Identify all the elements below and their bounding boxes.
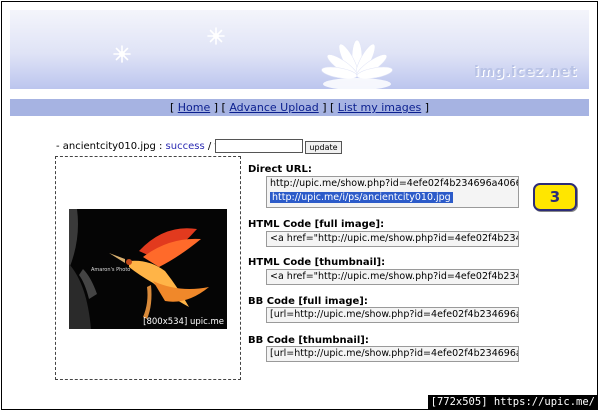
header-banner: img.icez.net <box>10 10 589 89</box>
thumbnail-image[interactable]: Amaron's Photo [800x534] upic.me <box>69 209 227 329</box>
html-thumb-field[interactable]: <a href="http://upic.me/show.php?id=4efe… <box>266 269 519 285</box>
photo-credit: Amaron's Photo <box>91 267 131 273</box>
footer-watermark: [772x505] https://upic.me/ <box>427 395 598 410</box>
site-logo[interactable]: img.icez.net <box>474 64 577 80</box>
step-badge: 3 <box>533 183 577 211</box>
direct-url-label: Direct URL: <box>248 164 312 175</box>
nav-list-images-link[interactable]: List my images <box>338 101 421 114</box>
nav-bar: [ Home ] [ Advance Upload ] [ List my im… <box>10 99 589 116</box>
image-dimensions-label: [800x534] upic.me <box>143 317 224 327</box>
html-full-field[interactable]: <a href="http://upic.me/show.php?id=4efe… <box>266 231 519 247</box>
tags-input[interactable] <box>215 139 303 153</box>
flower-icon <box>321 39 393 89</box>
nav-home-link[interactable]: Home <box>178 101 210 114</box>
sparkle-icon <box>113 45 131 63</box>
nav-advance-upload-link[interactable]: Advance Upload <box>229 101 318 114</box>
html-thumb-label: HTML Code [thumbnail]: <box>248 257 386 268</box>
image-preview-box: Amaron's Photo [800x534] upic.me <box>55 156 241 380</box>
status-text: success <box>165 141 205 152</box>
direct-url-line-2: http://upic.me/i/ps/ancientcity010.jpg <box>270 192 453 203</box>
direct-url-field[interactable]: http://upic.me/show.php?id=4efe02f4b2346… <box>266 176 519 208</box>
html-full-label: HTML Code [full image]: <box>248 219 385 230</box>
separator: : <box>158 141 163 152</box>
direct-url-line-1: http://upic.me/show.php?id=4efe02f4b2346… <box>270 178 519 189</box>
filename-label: - ancientcity010.jpg <box>56 141 156 152</box>
sparkle-icon <box>207 27 225 45</box>
update-button[interactable]: update <box>305 141 342 154</box>
bb-full-field[interactable]: [url=http://upic.me/show.php?id=4efe02f4… <box>266 307 519 323</box>
upload-status-line: - ancientcity010.jpg : success / tags: <box>56 140 239 154</box>
bb-thumb-field[interactable]: [url=http://upic.me/show.php?id=4efe02f4… <box>266 346 519 362</box>
